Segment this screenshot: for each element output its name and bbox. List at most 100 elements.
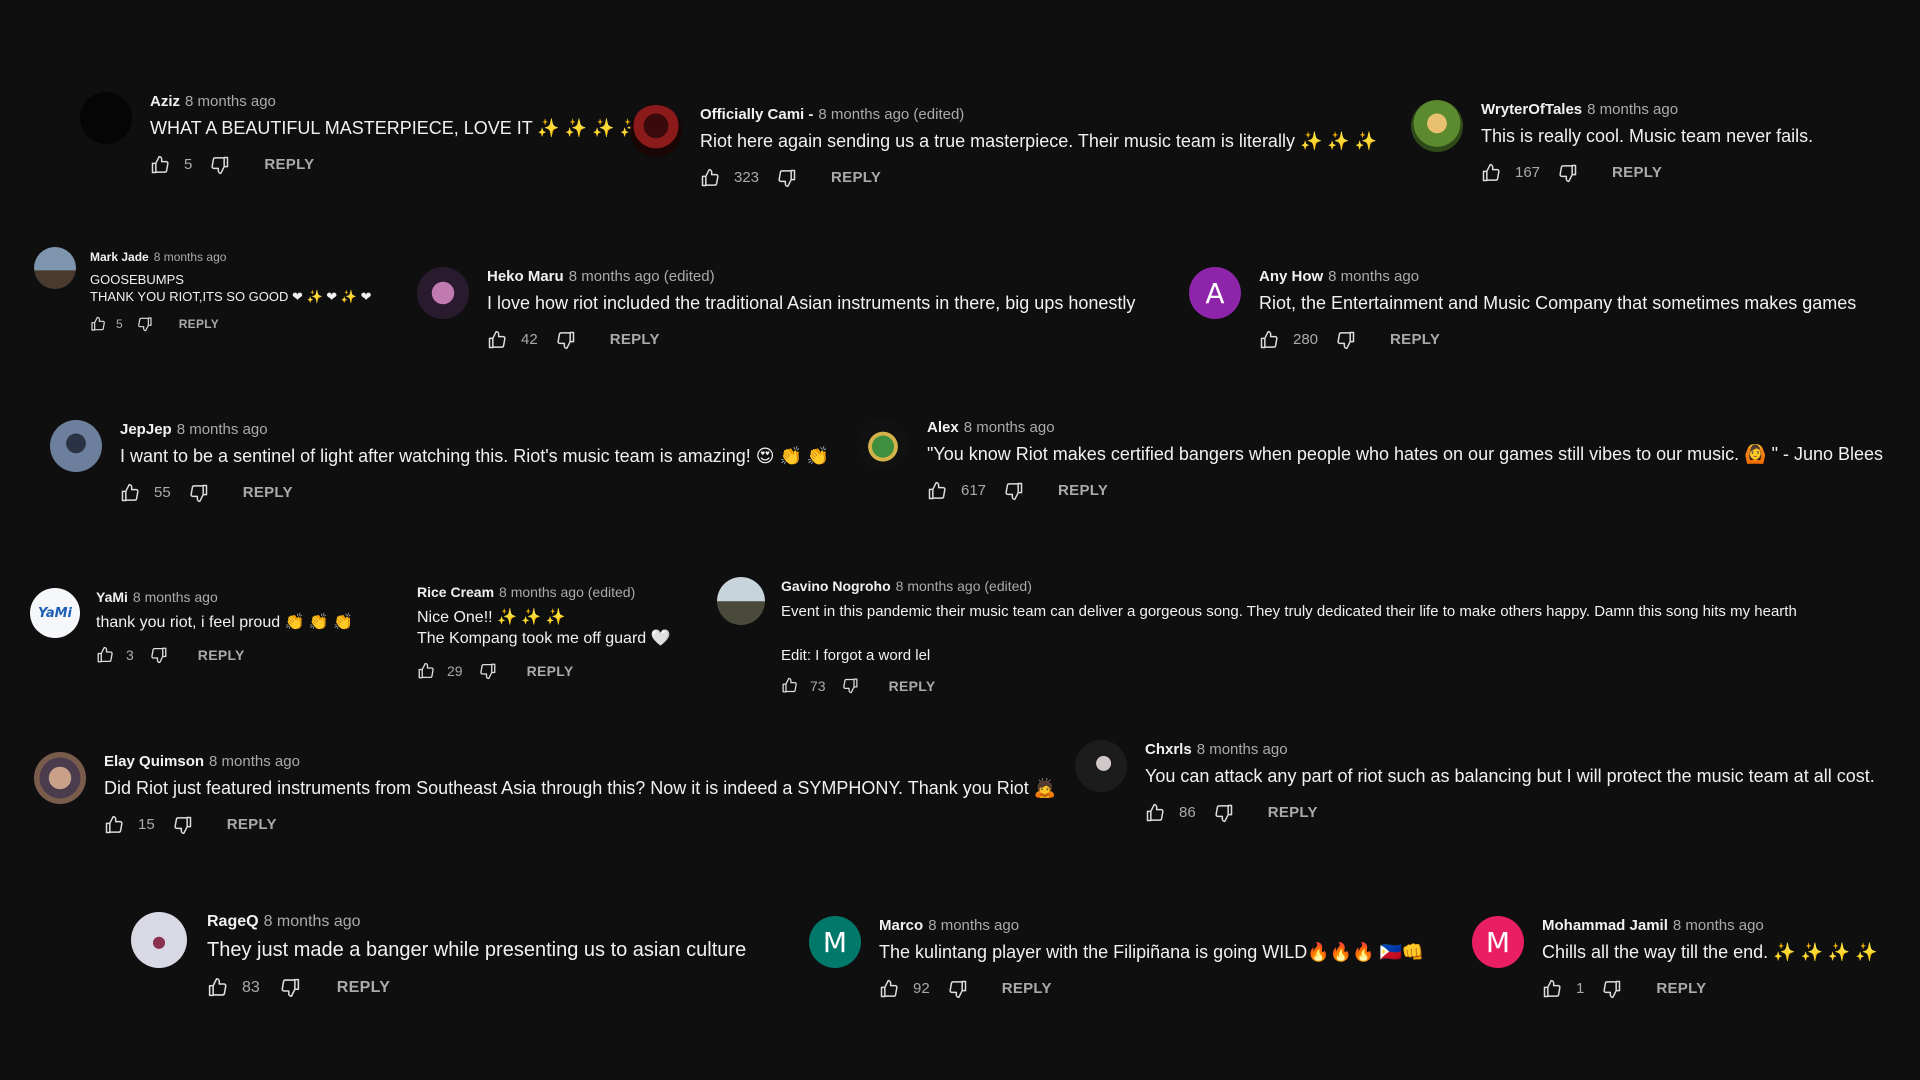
thumbs-down-icon[interactable] [150,646,168,664]
thumbs-down-icon[interactable] [1602,979,1622,999]
author-name[interactable]: Marco [879,917,923,934]
timestamp[interactable]: 8 months ago [209,753,300,770]
comment-text: Riot here again sending us a true master… [700,131,1378,152]
author-name[interactable]: WryterOfTales [1481,101,1582,118]
thumbs-down-icon[interactable] [280,977,301,998]
reply-button[interactable]: REPLY [243,484,293,501]
thumbs-down-icon[interactable] [1558,163,1578,183]
reply-button[interactable]: REPLY [610,331,660,348]
reply-button[interactable]: REPLY [1390,331,1440,348]
timestamp[interactable]: 8 months ago (edited) [569,268,715,285]
reply-button[interactable]: REPLY [1268,804,1318,821]
author-name[interactable]: JepJep [120,421,172,438]
author-name[interactable]: Elay Quimson [104,753,204,770]
timestamp[interactable]: 8 months ago [1587,101,1678,118]
thumbs-up-icon[interactable] [207,977,228,998]
reply-button[interactable]: REPLY [337,979,390,997]
comment-text: Event in this pandemic their music team … [781,603,1797,664]
thumbs-down-icon[interactable] [210,155,230,175]
thumbs-up-icon[interactable] [927,481,947,501]
author-name[interactable]: Chxrls [1145,741,1192,758]
thumbs-down-icon[interactable] [842,677,859,694]
reply-button[interactable]: REPLY [227,816,277,833]
timestamp[interactable]: 8 months ago (edited) [499,584,635,600]
avatar[interactable] [1075,740,1127,792]
timestamp[interactable]: 8 months ago [964,419,1055,436]
avatar[interactable] [80,92,132,144]
avatar[interactable] [417,267,469,319]
timestamp[interactable]: 8 months ago [1673,917,1764,934]
author-name[interactable]: Gavino Nogroho [781,578,891,594]
thumbs-up-icon[interactable] [96,646,114,664]
thumbs-down-icon[interactable] [948,979,968,999]
avatar[interactable] [1411,100,1463,152]
thumbs-up-icon[interactable] [1259,330,1279,350]
thumbs-down-icon[interactable] [479,662,497,680]
reply-button[interactable]: REPLY [1002,980,1052,997]
avatar[interactable]: A [1189,267,1241,319]
author-name[interactable]: Any How [1259,268,1323,285]
avatar[interactable] [34,752,86,804]
reply-button[interactable]: REPLY [1612,164,1662,181]
author-name[interactable]: YaMi [96,589,128,605]
author-name[interactable]: Mohammad Jamil [1542,917,1668,934]
like-count: 42 [521,331,538,349]
avatar[interactable]: M [1472,916,1524,968]
reply-button[interactable]: REPLY [831,169,881,186]
thumbs-up-icon[interactable] [700,168,720,188]
timestamp[interactable]: 8 months ago (edited) [818,106,964,123]
timestamp[interactable]: 8 months ago [1328,268,1419,285]
avatar[interactable] [50,420,102,472]
like-count: 3 [126,646,134,663]
avatar[interactable] [717,577,765,625]
thumbs-up-icon[interactable] [1542,979,1562,999]
author-name[interactable]: RageQ [207,913,259,930]
author-name[interactable]: Aziz [150,93,180,110]
timestamp[interactable]: 8 months ago [928,917,1019,934]
thumbs-down-icon[interactable] [137,316,153,332]
reply-button[interactable]: REPLY [179,317,219,331]
avatar[interactable] [857,418,909,470]
avatar[interactable] [34,247,76,289]
timestamp[interactable]: 8 months ago [264,913,361,930]
author-name[interactable]: Mark Jade [90,250,149,264]
thumbs-up-icon[interactable] [1145,803,1165,823]
thumbs-up-icon[interactable] [487,330,507,350]
thumbs-down-icon[interactable] [173,815,193,835]
reply-button[interactable]: REPLY [1656,980,1706,997]
author-name[interactable]: Alex [927,419,959,436]
thumbs-up-icon[interactable] [90,316,106,332]
thumbs-down-icon[interactable] [1214,803,1234,823]
reply-button[interactable]: REPLY [1058,482,1108,499]
timestamp[interactable]: 8 months ago [185,93,276,110]
thumbs-down-icon[interactable] [1336,330,1356,350]
timestamp[interactable]: 8 months ago (edited) [896,578,1032,594]
thumbs-up-icon[interactable] [120,483,140,503]
author-name[interactable]: Heko Maru [487,268,564,285]
reply-button[interactable]: REPLY [527,663,574,679]
reply-button[interactable]: REPLY [198,647,245,663]
thumbs-up-icon[interactable] [1481,163,1501,183]
thumbs-up-icon[interactable] [879,979,899,999]
thumbs-down-icon[interactable] [1004,481,1024,501]
reply-button[interactable]: REPLY [264,156,314,173]
thumbs-up-icon[interactable] [781,677,798,694]
thumbs-down-icon[interactable] [189,483,209,503]
author-name[interactable]: Officially Cami - [700,106,813,123]
timestamp[interactable]: 8 months ago [154,250,227,264]
comment-text: They just made a banger while presenting… [207,939,747,962]
thumbs-up-icon[interactable] [104,815,124,835]
avatar[interactable] [131,912,187,968]
avatar[interactable] [630,105,682,157]
author-name[interactable]: Rice Cream [417,584,494,600]
thumbs-down-icon[interactable] [556,330,576,350]
thumbs-up-icon[interactable] [417,662,435,680]
thumbs-down-icon[interactable] [777,168,797,188]
thumbs-up-icon[interactable] [150,155,170,175]
timestamp[interactable]: 8 months ago [1197,741,1288,758]
timestamp[interactable]: 8 months ago [133,589,218,605]
reply-button[interactable]: REPLY [889,678,936,694]
timestamp[interactable]: 8 months ago [177,421,268,438]
avatar[interactable]: YaMi [30,588,80,638]
avatar[interactable]: M [809,916,861,968]
